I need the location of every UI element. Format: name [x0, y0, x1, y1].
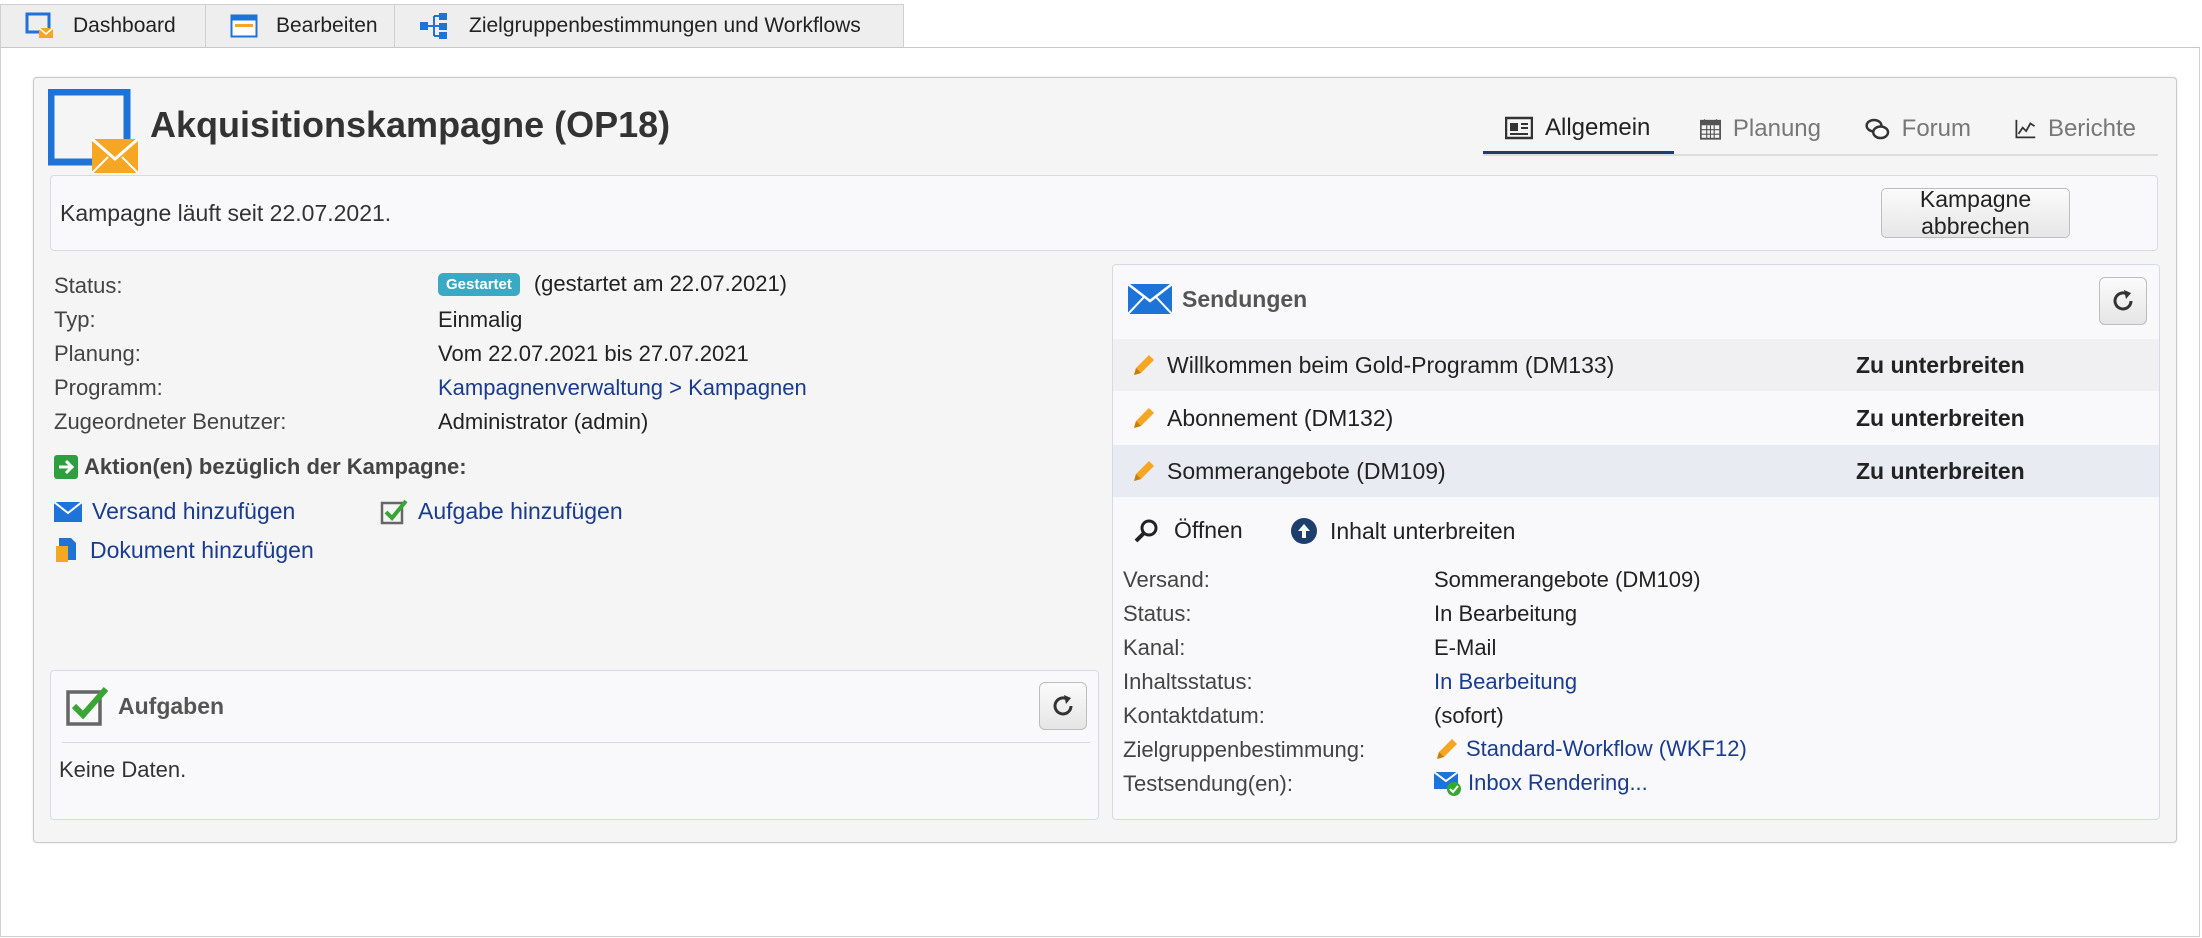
delivery-row[interactable]: Abonnement (DM132) Zu unterbreiten [1113, 392, 2159, 444]
tab-berichte[interactable]: Berichte [1993, 104, 2158, 154]
refresh-icon [1053, 695, 1073, 716]
type-label: Typ: [54, 307, 96, 332]
campaign-title: Akquisitionskampagne (OP18) [150, 104, 671, 145]
deliveries-refresh-button[interactable] [2099, 277, 2147, 325]
add-document-label: Dokument hinzufügen [90, 536, 314, 563]
delivery-status: Zu unterbreiten [1856, 457, 2025, 484]
tasks-empty-text: Keine Daten. [59, 757, 187, 782]
delivery-row-selected[interactable]: Sommerangebote (DM109) Zu unterbreiten [1113, 445, 2159, 497]
campaign-envelope-icon [48, 89, 139, 174]
tab-forum[interactable]: Forum [1843, 104, 1993, 154]
delivery-name: Willkommen beim Gold-Programm (DM133) [1167, 351, 1615, 378]
detail-status-value: In Bearbeitung [1434, 601, 1578, 626]
dashboard-icon [25, 12, 54, 38]
tasks-check-icon [66, 687, 108, 726]
tab-forum-label: Forum [1901, 115, 1971, 142]
tab-dashboard[interactable]: Dashboard [0, 4, 206, 48]
delivery-name: Abonnement (DM132) [1167, 404, 1394, 431]
add-delivery-link[interactable]: Versand hinzufügen [54, 498, 295, 525]
add-task-label: Aufgabe hinzufügen [418, 498, 623, 524]
campaign-actions-heading: Aktion(en) bezüglich der Kampagne: [54, 454, 467, 480]
newspaper-icon [1505, 116, 1533, 139]
cancel-campaign-button[interactable]: Kampagne abbrechen [1881, 186, 2070, 239]
status-badge: Gestartet [438, 273, 520, 296]
status-value: Gestartet (gestartet am 22.07.2021) [438, 271, 787, 297]
detail-proof-value: Inbox Rendering... [1468, 770, 1648, 795]
magnifier-icon [1134, 519, 1158, 542]
planning-label: Planung: [54, 341, 141, 366]
detail-channel-label: Kanal: [1123, 635, 1186, 660]
pencil-icon [1134, 355, 1154, 375]
tab-bearbeiten-label: Bearbeiten [276, 14, 378, 37]
detail-delivery-label: Versand: [1123, 567, 1210, 592]
checkbox-check-icon [380, 499, 408, 524]
detail-channel-value: E-Mail [1434, 635, 1497, 660]
tasks-divider [62, 742, 1090, 743]
add-task-link[interactable]: Aufgabe hinzufügen [380, 498, 623, 525]
add-document-link[interactable]: Dokument hinzufügen [54, 536, 314, 564]
pencil-icon [1134, 461, 1154, 481]
user-label: Zugeordneter Benutzer: [54, 409, 287, 434]
tab-bearbeiten[interactable]: Bearbeiten [205, 4, 395, 48]
tab-planung[interactable]: Planung [1678, 104, 1843, 154]
detail-proof-label: Testsendung(en): [1123, 771, 1293, 796]
pencil-icon [1134, 408, 1154, 428]
tab-allgemein[interactable]: Allgemein [1483, 104, 1674, 154]
program-label: Programm: [54, 375, 163, 400]
tab-workflows[interactable]: Zielgruppenbestimmungen und Workflows [394, 4, 904, 48]
detail-status-label: Status: [1123, 601, 1192, 626]
submit-content-button[interactable]: Inhalt unterbreiten [1290, 517, 1515, 545]
tab-allgemein-label: Allgemein [1545, 113, 1651, 141]
detail-targeting-value: Standard-Workflow (WKF12) [1466, 736, 1747, 761]
user-value: Administrator (admin) [438, 409, 649, 434]
arrow-right-icon [54, 455, 78, 479]
add-delivery-label: Versand hinzufügen [92, 498, 296, 524]
status-label: Status: [54, 273, 123, 298]
calendar-icon [1700, 119, 1721, 140]
open-label: Öffnen [1174, 517, 1243, 543]
campaign-running-text: Kampagne läuft seit 22.07.2021. [60, 200, 392, 226]
delivery-row[interactable]: Willkommen beim Gold-Programm (DM133) Zu… [1113, 339, 2159, 391]
refresh-icon [2113, 290, 2133, 311]
tasks-header: Aufgaben [66, 686, 224, 726]
detail-content-status-label: Inhaltsstatus: [1123, 669, 1253, 694]
planning-value: Vom 22.07.2021 bis 27.07.2021 [438, 341, 749, 366]
delivery-status: Zu unterbreiten [1856, 404, 2025, 431]
tasks-title: Aufgaben [118, 692, 225, 719]
tab-berichte-label: Berichte [2047, 115, 2136, 142]
tab-planung-label: Planung [1732, 115, 1821, 142]
type-value: Einmalig [438, 307, 523, 332]
detail-contact-date-value: (sofort) [1434, 703, 1504, 728]
envelope-icon [1128, 284, 1172, 314]
tasks-refresh-button[interactable] [1039, 682, 1087, 730]
chat-icon [1865, 118, 1890, 140]
status-started-date: (gestartet am 22.07.2021) [533, 271, 788, 296]
detail-proof-link[interactable]: Inbox Rendering... [1434, 770, 1648, 796]
detail-delivery-value: Sommerangebote (DM109) [1434, 567, 1701, 592]
inbox-rendering-icon [1434, 771, 1461, 796]
detail-content-status-link[interactable]: In Bearbeitung [1434, 669, 1577, 695]
campaign-actions-title: Aktion(en) bezüglich der Kampagne: [84, 454, 467, 479]
detail-targeting-link[interactable]: Standard-Workflow (WKF12) [1434, 736, 1747, 762]
tab-dashboard-label: Dashboard [73, 14, 176, 37]
tab-workflows-label: Zielgruppenbestimmungen und Workflows [469, 14, 861, 37]
detail-targeting-label: Zielgruppenbestimmung: [1123, 737, 1366, 762]
detail-contact-date-label: Kontaktdatum: [1123, 703, 1265, 728]
submit-label: Inhalt unterbreiten [1330, 517, 1516, 544]
deliveries-header: Sendungen [1128, 284, 1307, 314]
pencil-icon [1437, 739, 1457, 759]
envelope-icon [54, 501, 82, 522]
campaign-view-tabs: Allgemein Planung Forum Berichte [1483, 104, 2158, 156]
program-link[interactable]: Kampagnenverwaltung > Kampagnen [438, 375, 807, 401]
delivery-name: Sommerangebote (DM109) [1167, 457, 1446, 484]
delivery-status: Zu unterbreiten [1856, 351, 2025, 378]
document-icon [56, 538, 76, 562]
edit-window-icon [230, 14, 258, 38]
workflow-icon [420, 13, 447, 39]
line-chart-icon [2015, 119, 2036, 139]
upload-circle-icon [1291, 518, 1317, 544]
deliveries-title: Sendungen [1182, 285, 1308, 312]
open-delivery-button[interactable]: Öffnen [1134, 517, 1243, 544]
document-tabs: Dashboard Bearbeiten Zielgruppenbestimmu… [0, 0, 2202, 937]
